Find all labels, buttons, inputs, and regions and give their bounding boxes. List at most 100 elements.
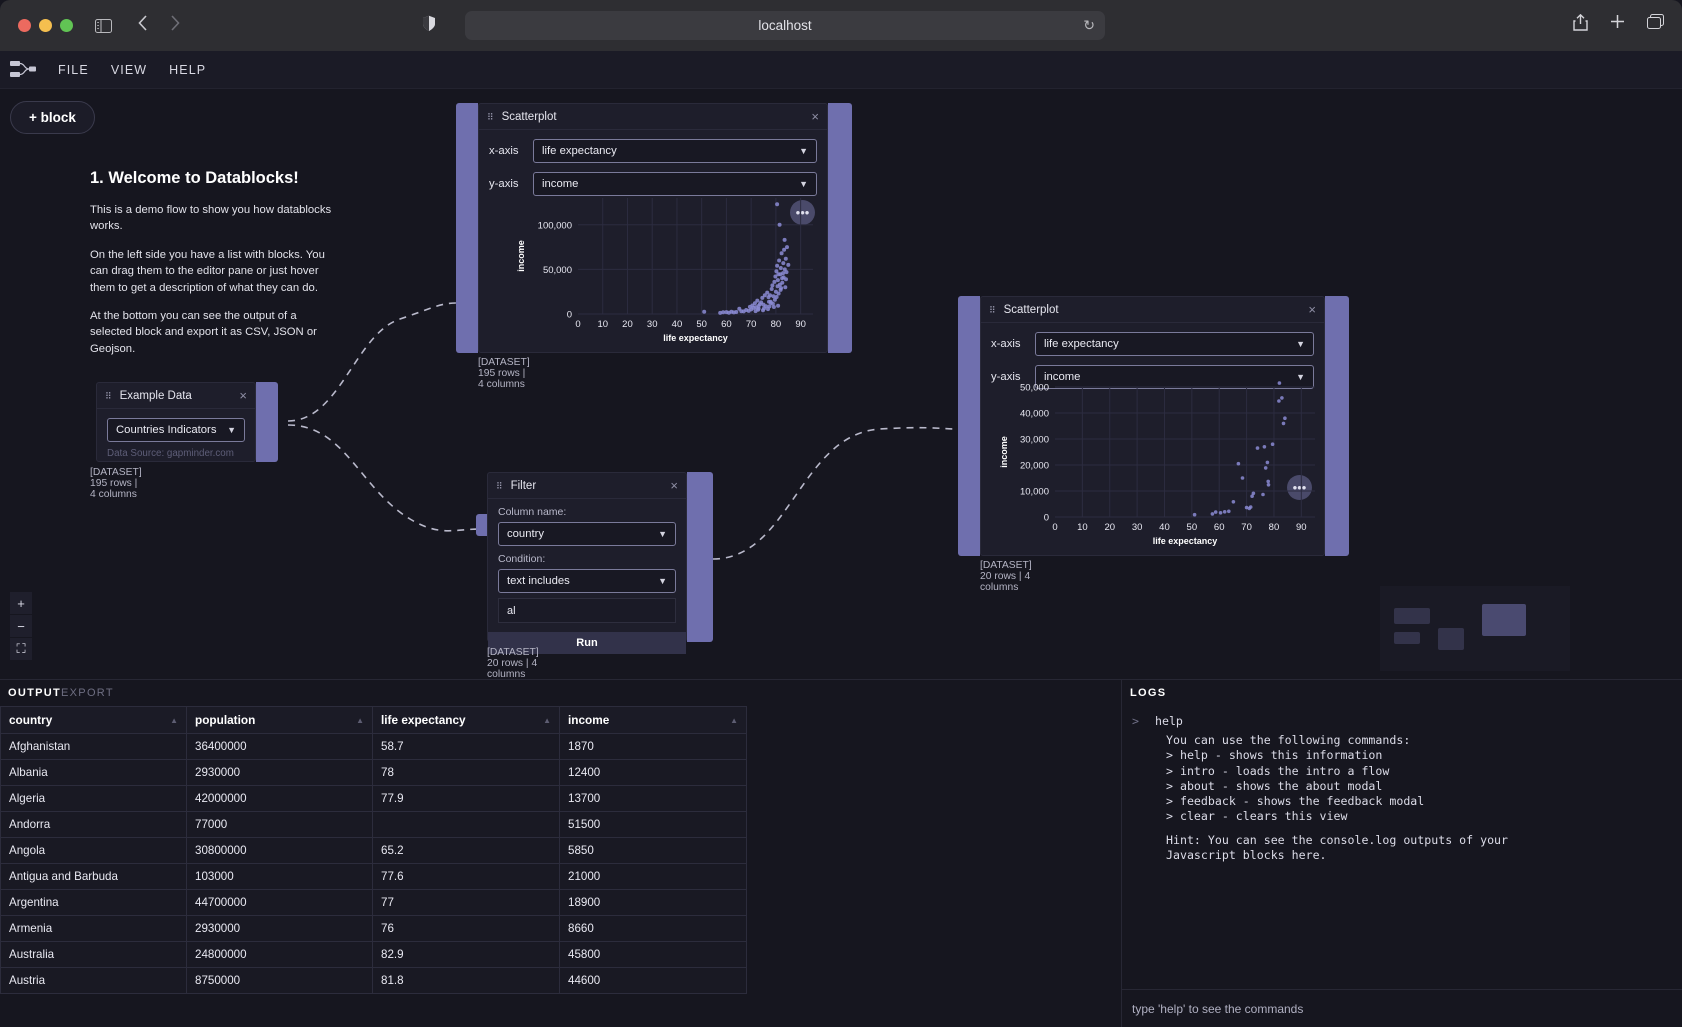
- privacy-shield-icon[interactable]: [422, 15, 436, 37]
- zoom-in-button[interactable]: +: [10, 592, 32, 614]
- x-axis-row: x-axis life expectancy ▼: [981, 332, 1324, 356]
- sort-ascending-icon[interactable]: ▲: [170, 716, 178, 725]
- block-caption: [DATASET] 20 rows | 4 columns: [980, 560, 1032, 593]
- reload-icon[interactable]: ↻: [1083, 17, 1095, 34]
- window-traffic-lights[interactable]: [18, 19, 73, 32]
- zoom-out-button[interactable]: −: [10, 615, 32, 637]
- table-row[interactable]: Albania29300007812400: [1, 760, 747, 786]
- table-row[interactable]: Algeria4200000077.913700: [1, 786, 747, 812]
- x-axis-value: life expectancy: [542, 145, 617, 157]
- table-cell: 8660: [560, 916, 747, 942]
- block-input-handle[interactable]: [958, 296, 980, 556]
- share-icon[interactable]: [1573, 14, 1588, 36]
- drag-handle-icon[interactable]: ⠿: [105, 392, 113, 400]
- condition-select[interactable]: text includes ▼: [498, 569, 676, 593]
- add-block-button[interactable]: + block: [10, 101, 95, 134]
- filter-text-input[interactable]: al: [498, 598, 676, 623]
- forward-arrow-icon[interactable]: [170, 15, 180, 36]
- new-tab-icon[interactable]: [1610, 14, 1625, 36]
- address-bar[interactable]: localhost ↻: [465, 11, 1105, 40]
- welcome-paragraph-2: On the left side you have a list with bl…: [90, 247, 340, 296]
- table-cell: 12400: [560, 760, 747, 786]
- table-cell: 2930000: [187, 760, 373, 786]
- logs-command-input[interactable]: type 'help' to see the commands: [1122, 989, 1682, 1027]
- output-tabs[interactable]: OUTPUT EXPORT: [0, 680, 1121, 706]
- drag-handle-icon[interactable]: ⠿: [487, 113, 495, 121]
- svg-text:80: 80: [1269, 522, 1280, 533]
- table-row[interactable]: Austria875000081.844600: [1, 968, 747, 994]
- block-header[interactable]: ⠿ Example Data ×: [97, 383, 255, 409]
- table-cell: Angola: [1, 838, 187, 864]
- x-axis-select[interactable]: life expectancy ▼: [1035, 332, 1314, 356]
- menu-view[interactable]: VIEW: [111, 63, 147, 77]
- tab-overview-icon[interactable]: [1647, 14, 1664, 36]
- x-axis-row: x-axis life expectancy ▼: [479, 139, 827, 163]
- block-header[interactable]: ⠿ Scatterplot ×: [981, 297, 1324, 323]
- sort-ascending-icon[interactable]: ▲: [356, 716, 364, 725]
- close-window-button[interactable]: [18, 19, 31, 32]
- canvas-minimap[interactable]: [1380, 586, 1570, 671]
- tab-export[interactable]: EXPORT: [61, 687, 114, 699]
- svg-text:10: 10: [597, 319, 608, 330]
- minimap-node: [1438, 628, 1464, 650]
- table-row[interactable]: Afghanistan3640000058.71870: [1, 734, 747, 760]
- tab-output[interactable]: OUTPUT: [8, 687, 61, 699]
- svg-text:0: 0: [567, 310, 572, 321]
- log-command-text: help: [1155, 714, 1183, 728]
- table-cell: 44700000: [187, 890, 373, 916]
- datablocks-logo-icon[interactable]: [10, 59, 36, 81]
- flow-canvas[interactable]: + block 1. Welcome to Datablocks! This i…: [0, 89, 1682, 679]
- table-cell: 77.9: [373, 786, 560, 812]
- table-cell: 51500: [560, 812, 747, 838]
- table-row[interactable]: Andorra7700051500: [1, 812, 747, 838]
- drag-handle-icon[interactable]: ⠿: [496, 482, 504, 490]
- block-header[interactable]: ⠿ Filter ×: [488, 473, 686, 499]
- column-header-life-expectancy[interactable]: life expectancy ▲: [373, 707, 560, 734]
- column-header-population[interactable]: population ▲: [187, 707, 373, 734]
- menu-help[interactable]: HELP: [169, 63, 206, 77]
- drag-handle-icon[interactable]: ⠿: [989, 306, 997, 314]
- block-output-handle[interactable]: [256, 382, 278, 462]
- table-row[interactable]: Antigua and Barbuda10300077.621000: [1, 864, 747, 890]
- block-caption: [DATASET] 195 rows | 4 columns: [90, 467, 142, 500]
- block-output-handle[interactable]: [687, 472, 713, 642]
- table-row[interactable]: Argentina447000007718900: [1, 890, 747, 916]
- svg-text:20,000: 20,000: [1020, 461, 1049, 472]
- fit-view-button[interactable]: ⛶: [10, 638, 32, 660]
- block-header[interactable]: ⠿ Scatterplot ×: [479, 104, 827, 130]
- close-icon[interactable]: ×: [811, 109, 819, 124]
- logs-panel: LOGS >helpYou can use the following comm…: [1121, 679, 1682, 1027]
- svg-text:20: 20: [622, 319, 633, 330]
- block-output-handle[interactable]: [1325, 296, 1349, 556]
- table-cell: 77000: [187, 812, 373, 838]
- logs-header: LOGS: [1122, 680, 1682, 706]
- column-header-income[interactable]: income ▲: [560, 707, 747, 734]
- sidebar-icon[interactable]: [95, 19, 112, 33]
- dataset-value: Countries Indicators: [116, 424, 216, 436]
- dataset-select[interactable]: Countries Indicators ▼: [107, 418, 245, 442]
- svg-text:60: 60: [721, 319, 732, 330]
- minimize-window-button[interactable]: [39, 19, 52, 32]
- column-header-country[interactable]: country ▲: [1, 707, 187, 734]
- table-row[interactable]: Australia2480000082.945800: [1, 942, 747, 968]
- close-icon[interactable]: ×: [1308, 302, 1316, 317]
- welcome-paragraph-1: This is a demo flow to show you how data…: [90, 202, 340, 235]
- table-row[interactable]: Angola3080000065.25850: [1, 838, 747, 864]
- minimap-node: [1482, 604, 1526, 636]
- svg-text:life expectancy: life expectancy: [1153, 536, 1218, 546]
- table-row[interactable]: Armenia2930000768660: [1, 916, 747, 942]
- block-output-handle[interactable]: [828, 103, 852, 353]
- x-axis-select[interactable]: life expectancy ▼: [533, 139, 817, 163]
- close-icon[interactable]: ×: [239, 388, 247, 403]
- maximize-window-button[interactable]: [60, 19, 73, 32]
- sort-ascending-icon[interactable]: ▲: [543, 716, 551, 725]
- canvas-zoom-controls[interactable]: + − ⛶: [10, 592, 32, 661]
- svg-text:0: 0: [1052, 522, 1057, 533]
- sort-ascending-icon[interactable]: ▲: [730, 716, 738, 725]
- svg-text:30: 30: [647, 319, 658, 330]
- column-name-select[interactable]: country ▼: [498, 522, 676, 546]
- welcome-note: 1. Welcome to Datablocks! This is a demo…: [90, 169, 340, 369]
- close-icon[interactable]: ×: [670, 478, 678, 493]
- back-arrow-icon[interactable]: [138, 15, 148, 36]
- menu-file[interactable]: FILE: [58, 63, 89, 77]
